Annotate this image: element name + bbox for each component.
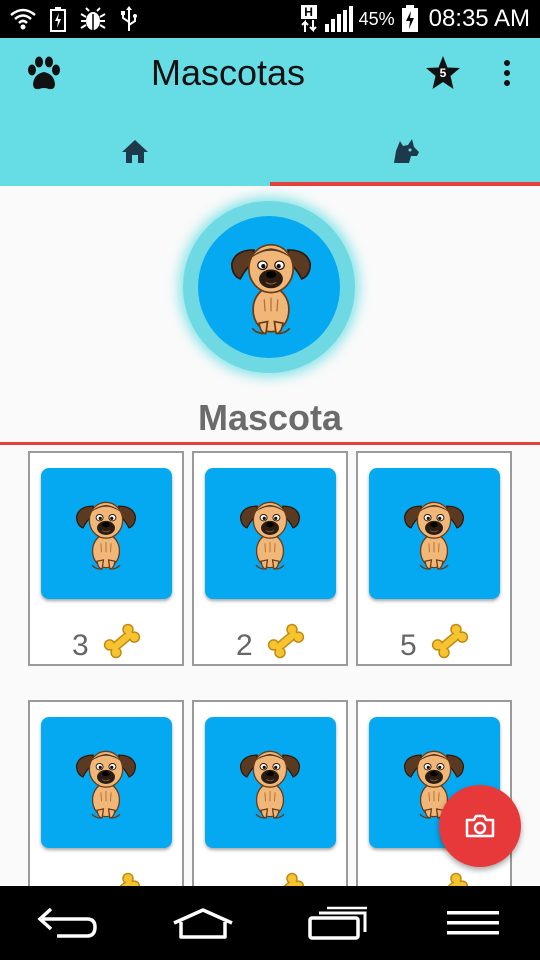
pet-dog-image bbox=[238, 745, 302, 821]
profile-dog-image bbox=[228, 238, 314, 336]
data-arrows-icon bbox=[300, 19, 317, 33]
clock: 08:35 AM bbox=[428, 5, 530, 32]
battery-percent: 45% bbox=[358, 8, 395, 29]
recent-apps-icon bbox=[307, 906, 367, 940]
nav-menu-button[interactable] bbox=[428, 886, 518, 960]
network-type-badge: H bbox=[299, 5, 319, 33]
nav-back-button[interactable] bbox=[23, 886, 113, 960]
battery-icon bbox=[401, 5, 418, 32]
bone-icon[interactable] bbox=[266, 621, 306, 661]
tab-home[interactable] bbox=[0, 116, 270, 186]
menu-icon bbox=[446, 911, 499, 935]
bone-icon[interactable] bbox=[102, 621, 142, 661]
profile-name: Mascota bbox=[197, 397, 343, 438]
pet-card[interactable]: 5 bbox=[356, 451, 512, 666]
toolbar: Mascotas 5 bbox=[0, 38, 540, 110]
pet-dog-image bbox=[402, 496, 466, 572]
pet-card[interactable]: 3 bbox=[28, 451, 184, 666]
overflow-menu-icon[interactable] bbox=[495, 56, 519, 92]
wifi-icon bbox=[10, 8, 36, 30]
pet-card-image bbox=[205, 717, 336, 848]
pet-like-count: 3 bbox=[72, 629, 89, 662]
favorites-button[interactable]: 5 bbox=[424, 54, 462, 92]
bone-icon[interactable] bbox=[430, 621, 470, 661]
network-type-label: H bbox=[300, 5, 317, 19]
app-bar: Mascotas 5 bbox=[0, 38, 540, 186]
camera-icon bbox=[465, 814, 495, 838]
signal-icon bbox=[324, 6, 353, 32]
tab-bar bbox=[0, 116, 540, 186]
pet-dog-image bbox=[238, 496, 302, 572]
app-root: H 45% 08:35 AM Mascotas 5 Mascota 3 2 5 bbox=[0, 0, 540, 960]
pet-card[interactable] bbox=[28, 700, 184, 915]
pet-card-image bbox=[205, 468, 336, 599]
pet-card-image bbox=[41, 717, 172, 848]
selected-tab-indicator bbox=[270, 182, 540, 186]
back-icon bbox=[36, 907, 97, 938]
nav-home-button[interactable] bbox=[158, 886, 248, 960]
pet-card[interactable]: 2 bbox=[192, 451, 348, 666]
pet-dog-image bbox=[74, 745, 138, 821]
pet-card[interactable] bbox=[192, 700, 348, 915]
tab-pet-profile[interactable] bbox=[270, 116, 540, 186]
system-navigation-bar bbox=[0, 886, 540, 960]
pet-like-count: 5 bbox=[400, 629, 417, 662]
pet-card-image bbox=[41, 468, 172, 599]
favorites-count: 5 bbox=[439, 66, 447, 80]
nav-recent-apps-button[interactable] bbox=[293, 886, 383, 960]
page-title: Mascotas bbox=[151, 52, 306, 93]
profile-divider bbox=[0, 442, 540, 445]
usb-icon bbox=[121, 6, 137, 31]
pet-like-count: 2 bbox=[236, 629, 253, 662]
home-icon bbox=[122, 140, 148, 163]
home-outline-icon bbox=[172, 908, 233, 939]
pet-dog-image bbox=[74, 496, 138, 572]
paw-icon[interactable] bbox=[24, 54, 64, 94]
pet-card-image bbox=[369, 468, 500, 599]
camera-fab-button[interactable] bbox=[439, 785, 521, 867]
battery-charging-icon bbox=[50, 7, 66, 32]
status-bar: H 45% 08:35 AM bbox=[0, 0, 540, 38]
bug-icon bbox=[80, 7, 106, 30]
dog-head-icon bbox=[394, 139, 419, 163]
